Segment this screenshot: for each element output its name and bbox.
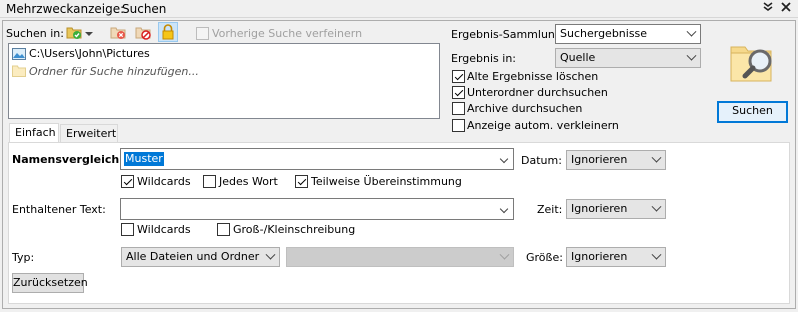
- name-match-label: Namensvergleich:: [12, 153, 124, 166]
- folder-path-item[interactable]: C:\Users\John\Pictures: [29, 47, 150, 60]
- refine-search-checkbox[interactable]: [196, 27, 209, 40]
- content-wildcards-checkbox[interactable]: [121, 223, 134, 236]
- chevron-down-icon[interactable]: [499, 204, 509, 214]
- name-wildcards-checkbox[interactable]: [121, 175, 134, 188]
- each-word-label: Jedes Wort: [219, 175, 278, 188]
- clear-list-icon[interactable]: [133, 22, 153, 42]
- content-wildcards-label: Wildcards: [137, 223, 191, 236]
- auto-shrink-checkbox[interactable]: [452, 119, 465, 132]
- result-collection-label: Ergebnis-Sammlung:: [451, 28, 566, 41]
- search-folder-list[interactable]: C:\Users\John\Pictures Ordner für Suche …: [8, 43, 440, 119]
- type-select[interactable]: Alle Dateien und Ordner: [121, 247, 280, 267]
- clear-old-results-label: Alte Ergebnisse löschen: [467, 70, 599, 83]
- close-icon[interactable]: [779, 1, 793, 17]
- clear-old-results-checkbox[interactable]: [452, 70, 465, 83]
- double-chevron-down-icon[interactable]: [761, 1, 775, 17]
- search-button[interactable]: Suchen: [717, 101, 788, 123]
- search-in-label: Suchen in:: [6, 27, 64, 40]
- reset-button[interactable]: Zurücksetzen: [12, 273, 88, 293]
- result-collection-value: Suchergebnisse: [560, 27, 648, 40]
- lock-icon[interactable]: [158, 22, 178, 42]
- chevron-down-icon: [686, 26, 697, 37]
- content-text-label: Enthaltener Text:: [12, 203, 106, 216]
- name-wildcards-label: Wildcards: [137, 175, 191, 188]
- chevron-down-icon: [265, 249, 276, 260]
- case-sensitive-label: Groß-/Kleinschreibung: [233, 223, 356, 236]
- search-subfolders-checkbox[interactable]: [452, 86, 465, 99]
- date-label: Datum:: [521, 154, 562, 167]
- chevron-down-icon[interactable]: [499, 154, 509, 164]
- each-word-checkbox[interactable]: [203, 175, 216, 188]
- remove-folder-icon[interactable]: [108, 22, 128, 42]
- result-in-label: Ergebnis in:: [451, 52, 517, 65]
- partial-match-label: Teilweise Übereinstimmung: [311, 175, 462, 188]
- result-collection-select[interactable]: Suchergebnisse: [555, 24, 701, 44]
- chevron-down-icon: [686, 50, 697, 61]
- search-archives-label: Archive durchsuchen: [467, 102, 583, 115]
- partial-match-checkbox[interactable]: [295, 175, 308, 188]
- pictures-folder-icon: [12, 48, 26, 63]
- folder-magnifier-icon: [729, 39, 775, 86]
- date-select[interactable]: Ignorieren: [566, 150, 666, 170]
- time-select[interactable]: Ignorieren: [566, 199, 666, 219]
- type-subfilter-select: [286, 247, 514, 267]
- auto-shrink-label: Anzeige autom. verkleinern: [467, 119, 619, 132]
- case-sensitive-checkbox[interactable]: [217, 223, 230, 236]
- chevron-down-icon: [651, 201, 662, 212]
- name-match-value: Muster: [124, 152, 164, 166]
- time-value: Ignorieren: [571, 202, 628, 215]
- result-in-value: Quelle: [560, 51, 596, 64]
- size-label: Größe:: [526, 251, 563, 264]
- search-subfolders-label: Unterordner durchsuchen: [467, 86, 608, 99]
- size-select[interactable]: Ignorieren: [566, 247, 666, 267]
- type-value: Alle Dateien und Ordner: [126, 250, 260, 263]
- type-label: Typ:: [12, 251, 35, 264]
- date-value: Ignorieren: [571, 153, 628, 166]
- folder-icon: [12, 65, 26, 80]
- result-in-select[interactable]: Quelle: [555, 48, 701, 68]
- time-label: Zeit:: [537, 203, 563, 216]
- tab-advanced[interactable]: Erweitert: [60, 124, 118, 143]
- panel-mode-selector[interactable]: Suchen: [122, 2, 166, 16]
- add-folder-hint[interactable]: Ordner für Suche hinzufügen...: [29, 65, 199, 78]
- name-match-input[interactable]: Muster: [120, 148, 514, 170]
- content-text-input[interactable]: [120, 198, 514, 220]
- refine-search-label: Vorherige Suche verfeinern: [212, 27, 363, 40]
- panel-titlebar: Mehrzweckanzeige: Suchen: [0, 0, 798, 18]
- panel-title-label: Mehrzweckanzeige:: [6, 2, 125, 16]
- search-archives-checkbox[interactable]: [452, 102, 465, 115]
- chevron-down-icon[interactable]: [85, 28, 93, 36]
- add-folder-icon[interactable]: [64, 22, 84, 42]
- chevron-down-icon: [499, 249, 510, 260]
- chevron-down-icon: [651, 152, 662, 163]
- tab-simple[interactable]: Einfach: [9, 123, 59, 144]
- chevron-down-icon: [651, 249, 662, 260]
- size-value: Ignorieren: [571, 250, 628, 263]
